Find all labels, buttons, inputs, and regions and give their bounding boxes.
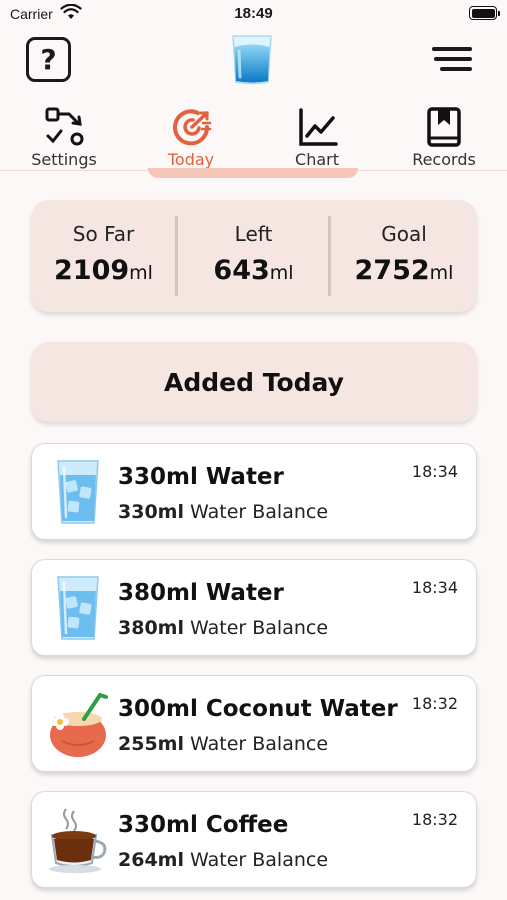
intake-entry[interactable]: 300ml Coconut Water 255ml Water Balance … — [31, 675, 477, 772]
tab-label: Settings — [31, 150, 97, 169]
tab-chart[interactable]: Chart — [262, 105, 372, 171]
menu-button[interactable] — [432, 47, 472, 73]
stat-value: 643ml — [213, 255, 294, 286]
entry-balance: 330ml Water Balance — [118, 501, 329, 523]
entry-time: 18:32 — [411, 810, 458, 829]
entry-balance: 255ml Water Balance — [118, 733, 329, 755]
entry-title: 380ml Water — [118, 580, 284, 606]
stat-label: Left — [234, 222, 273, 246]
question-icon: ? — [40, 43, 57, 76]
stat-value: 2752ml — [354, 255, 454, 286]
water-glass-logo-icon — [232, 35, 272, 85]
stat-left: Left 643ml — [178, 200, 329, 312]
stat-so-far: So Far 2109ml — [31, 200, 176, 312]
help-button[interactable]: ? — [26, 37, 71, 82]
intake-entry[interactable]: 330ml Water 330ml Water Balance 18:34 — [31, 443, 477, 540]
coffee-cup-icon — [49, 808, 107, 873]
water-glass-icon — [57, 460, 99, 524]
entry-balance: 380ml Water Balance — [118, 617, 329, 639]
records-book-icon — [427, 107, 461, 147]
stat-label: So Far — [72, 222, 135, 246]
intake-summary-card: So Far 2109ml Left 643ml Goal 2752ml — [31, 200, 477, 312]
tab-settings[interactable]: Settings — [9, 105, 119, 171]
active-tab-indicator — [148, 168, 358, 178]
tab-label: Chart — [295, 150, 339, 169]
entry-title: 330ml Water — [118, 464, 284, 490]
stat-label: Goal — [381, 222, 427, 246]
status-time: 18:49 — [234, 5, 273, 22]
tab-bar: Settings Today Chart Records — [0, 105, 507, 171]
tab-records[interactable]: Records — [389, 105, 499, 171]
chart-line-icon — [299, 108, 338, 146]
entry-title: 330ml Coffee — [118, 812, 289, 838]
coconut-icon — [50, 693, 108, 757]
intake-entry[interactable]: 330ml Coffee 264ml Water Balance 18:32 — [31, 791, 477, 888]
entry-title: 300ml Coconut Water — [118, 696, 398, 722]
tab-label: Today — [167, 150, 215, 169]
tab-today[interactable]: Today — [136, 105, 246, 171]
water-glass-icon — [57, 576, 99, 640]
entry-balance: 264ml Water Balance — [118, 849, 329, 871]
stat-value: 2109ml — [54, 255, 153, 286]
tab-label: Records — [412, 150, 476, 169]
battery-icon — [469, 6, 500, 20]
added-today-header: Added Today — [31, 342, 477, 422]
entry-time: 18:32 — [411, 694, 458, 713]
entry-time: 18:34 — [411, 462, 458, 481]
today-target-icon — [173, 109, 212, 146]
status-bar: Carrier 18:49 — [0, 0, 507, 30]
entry-time: 18:34 — [411, 578, 458, 597]
stat-goal: Goal 2752ml — [331, 200, 477, 312]
intake-entry[interactable]: 380ml Water 380ml Water Balance 18:34 — [31, 559, 477, 656]
settings-flow-icon — [45, 107, 84, 146]
